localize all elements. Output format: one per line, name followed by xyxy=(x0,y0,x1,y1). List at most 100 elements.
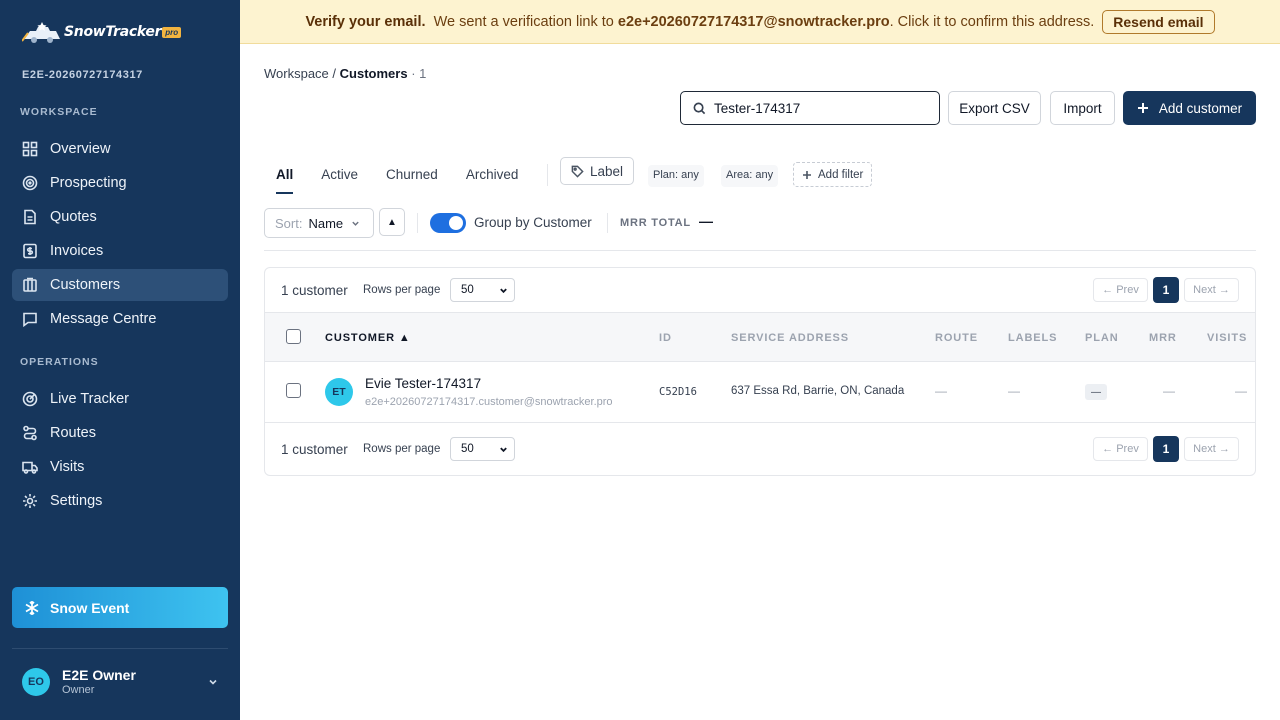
prev-page-button[interactable]: ← Prev xyxy=(1093,278,1148,302)
status-tabs: All Active Churned Archived xyxy=(276,158,546,194)
tab-all[interactable]: All xyxy=(276,158,294,194)
customer-name[interactable]: Evie Tester-174317 xyxy=(365,376,481,391)
search-box[interactable] xyxy=(680,91,940,125)
banner-text: We sent a verification link to xyxy=(433,13,614,30)
sidebar-item-settings[interactable]: Settings xyxy=(12,485,228,517)
brand-badge: pro xyxy=(162,26,182,38)
rows-per-page-select[interactable]: 50 xyxy=(450,437,515,461)
sidebar-divider xyxy=(12,648,228,649)
column-header-route[interactable]: ROUTE xyxy=(935,332,978,344)
user-name: E2E Owner xyxy=(62,667,136,683)
route-icon xyxy=(23,425,37,441)
sort-select[interactable]: Sort: Name xyxy=(264,208,374,238)
resend-email-button[interactable]: Resend email xyxy=(1102,9,1215,34)
next-page-button[interactable]: Next → xyxy=(1184,278,1239,302)
sidebar-item-prospecting[interactable]: Prospecting xyxy=(12,167,228,199)
plan-filter-chip[interactable]: Plan: any xyxy=(648,165,704,187)
workspace-id: E2E-20260727174317 xyxy=(22,69,143,81)
add-customer-button[interactable]: Add customer xyxy=(1123,91,1256,125)
sidebar-item-message-centre[interactable]: Message Centre xyxy=(12,303,228,335)
sidebar-item-label: Prospecting xyxy=(50,175,127,191)
sidebar-item-visits[interactable]: Visits xyxy=(12,451,228,483)
pagination-top: 1 customer Rows per page 50 ← Prev 1 Nex… xyxy=(265,268,1255,312)
sidebar-item-live-tracker[interactable]: Live Tracker xyxy=(12,383,228,415)
column-header-id[interactable]: ID xyxy=(659,332,672,344)
add-filter-button[interactable]: Add filter xyxy=(793,162,873,187)
sidebar-item-label: Visits xyxy=(50,459,85,475)
sidebar-item-label: Invoices xyxy=(50,243,104,259)
sidebar-item-label: Quotes xyxy=(50,209,97,225)
verify-email-banner: Verify your email. We sent a verificatio… xyxy=(240,0,1280,44)
sidebar-item-overview[interactable]: Overview xyxy=(12,133,228,165)
avatar: EO xyxy=(22,667,50,696)
import-button[interactable]: Import xyxy=(1050,91,1115,125)
snow-event-label: Snow Event xyxy=(50,599,130,616)
divider xyxy=(607,213,608,233)
mrr-total-value: — xyxy=(699,213,713,229)
rows-per-page-value: 50 xyxy=(461,443,474,455)
export-csv-button[interactable]: Export CSV xyxy=(948,91,1041,125)
breadcrumb-root[interactable]: Workspace xyxy=(264,66,329,81)
divider xyxy=(417,213,418,233)
plus-icon xyxy=(1137,103,1148,113)
sidebar-item-quotes[interactable]: Quotes xyxy=(12,201,228,233)
sidebar-item-label: Routes xyxy=(50,425,96,441)
tab-active[interactable]: Active xyxy=(321,158,358,194)
column-header-customer[interactable]: CUSTOMER ▲ xyxy=(325,332,411,344)
visits-cell: — xyxy=(1235,384,1247,398)
sort-label: Sort: xyxy=(275,215,303,231)
rows-per-page-label: Rows per page xyxy=(363,284,441,296)
snow-event-button[interactable]: Snow Event xyxy=(12,587,228,628)
avatar: ET xyxy=(325,378,353,406)
route-cell: — xyxy=(935,384,947,398)
search-input[interactable] xyxy=(714,100,914,116)
area-filter-chip[interactable]: Area: any xyxy=(721,165,779,187)
row-checkbox[interactable] xyxy=(286,383,301,398)
customer-email: e2e+20260727174317.customer@snowtracker.… xyxy=(365,396,613,408)
prev-page-button[interactable]: ← Prev xyxy=(1093,437,1148,461)
user-menu[interactable]: EO E2E Owner Owner xyxy=(22,667,222,696)
column-header-mrr[interactable]: MRR xyxy=(1149,332,1177,344)
banner-title: Verify your email. xyxy=(305,13,426,30)
table-row[interactable]: ET Evie Tester-174317 e2e+20260727174317… xyxy=(265,362,1255,423)
sidebar-item-label: Settings xyxy=(50,493,103,509)
dollar-icon xyxy=(23,243,37,259)
breadcrumb-current: Customers xyxy=(339,66,408,81)
sidebar-item-invoices[interactable]: Invoices xyxy=(12,235,228,267)
rows-per-page-select[interactable]: 50 xyxy=(450,278,515,302)
result-count: 1 customer xyxy=(281,282,348,298)
table-header: CUSTOMER ▲ ID SERVICE ADDRESS ROUTE LABE… xyxy=(265,312,1255,362)
select-all-checkbox[interactable] xyxy=(286,329,301,344)
chevron-down-icon xyxy=(500,447,507,453)
column-header-visits[interactable]: VISITS xyxy=(1207,332,1247,344)
tag-icon xyxy=(571,165,584,178)
column-header-labels[interactable]: LABELS xyxy=(1008,332,1057,344)
mrr-total-label: MRR TOTAL xyxy=(620,217,691,229)
sidebar: SnowTracker pro E2E-20260727174317 WORKS… xyxy=(0,0,240,720)
divider xyxy=(547,164,548,186)
user-role: Owner xyxy=(62,684,95,696)
column-header-plan[interactable]: PLAN xyxy=(1085,332,1119,344)
sort-direction-button[interactable]: ▲ xyxy=(379,208,405,236)
page-number-button[interactable]: 1 xyxy=(1153,277,1179,303)
sidebar-item-routes[interactable]: Routes xyxy=(12,417,228,449)
customer-id: C52D16 xyxy=(659,386,697,398)
page-number-button[interactable]: 1 xyxy=(1153,436,1179,462)
section-label-workspace: WORKSPACE xyxy=(20,106,98,118)
service-address: 637 Essa Rd, Barrie, ON, Canada xyxy=(731,385,905,397)
snowflake-icon xyxy=(25,600,39,615)
grid-icon xyxy=(22,141,38,157)
sidebar-item-customers[interactable]: Customers xyxy=(12,269,228,301)
label-filter-button[interactable]: Label xyxy=(560,157,635,185)
banner-text-end: . Click it to confirm this address. xyxy=(889,13,1095,30)
chevron-down-icon xyxy=(500,288,507,294)
chevron-down-icon xyxy=(209,679,217,685)
tab-archived[interactable]: Archived xyxy=(466,158,519,194)
logo[interactable]: SnowTracker pro xyxy=(22,16,182,48)
rows-per-page-label: Rows per page xyxy=(363,443,441,455)
column-header-service-address[interactable]: SERVICE ADDRESS xyxy=(731,332,849,344)
sidebar-item-label: Message Centre xyxy=(50,311,157,327)
next-page-button[interactable]: Next → xyxy=(1184,437,1239,461)
tab-churned[interactable]: Churned xyxy=(386,158,438,194)
group-by-customer-toggle[interactable] xyxy=(430,213,466,233)
